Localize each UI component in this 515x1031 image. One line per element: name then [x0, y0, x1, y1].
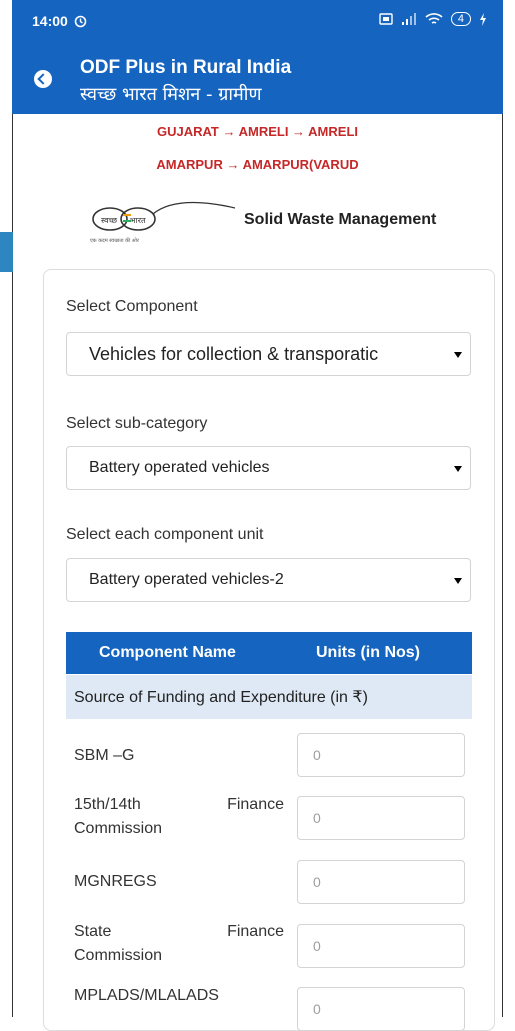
component-select-value: Vehicles for collection & transporatic — [89, 343, 379, 364]
funding-subheader-text: Source of Funding and Expenditure (in ₹) — [74, 689, 368, 706]
row-label-part: Finance — [227, 796, 284, 813]
row-label-sbm-g: SBM –G — [74, 747, 135, 764]
status-time: 14:00 — [32, 13, 68, 29]
row-label-part: Finance — [227, 923, 284, 940]
breadcrumb-line-2: AMARPUR → AMARPUR(VARUD — [156, 157, 359, 172]
section-title: Solid Waste Management — [244, 211, 437, 228]
row-label-part: State — [74, 923, 112, 940]
logo-text-left: स्वच्छ — [101, 216, 118, 225]
state-finance-commission-input[interactable]: 0 — [297, 924, 465, 968]
subcategory-label: Select sub-category — [66, 415, 208, 432]
row-label-finance-commission: 15th/14th Finance Commission — [74, 793, 284, 841]
subcategory-select-value: Battery operated vehicles — [89, 459, 270, 476]
row-label-mgnregs: MGNREGS — [74, 873, 157, 890]
logo-tagline: एक कदम स्वच्छता की ओर — [90, 237, 140, 244]
component-label: Select Component — [66, 298, 198, 315]
row-label-mplads: MPLADS/MLALADS — [74, 987, 219, 1004]
component-select[interactable]: Vehicles for collection & transporatic — [66, 332, 471, 376]
swachh-bharat-logo: स्वच्छ भारत एक कदम स्वच्छता की ओर — [90, 196, 236, 256]
status-bar-left: 14:00 — [32, 13, 87, 29]
dropdown-arrow-icon — [454, 578, 462, 584]
app-title: ODF Plus in Rural India — [80, 57, 292, 78]
back-arrow-icon[interactable] — [34, 70, 52, 88]
subcategory-select[interactable]: Battery operated vehicles — [66, 446, 471, 490]
status-bar-right: 4 — [379, 12, 487, 26]
mplads-input[interactable]: 0 — [297, 987, 465, 1031]
unit-select[interactable]: Battery operated vehicles-2 — [66, 558, 471, 602]
row-label-part: Commission — [74, 947, 163, 964]
row-label-part: 15th/14th — [74, 796, 141, 813]
row-label-part: Commission — [74, 820, 163, 837]
table-subheader: Source of Funding and Expenditure (in ₹) — [66, 675, 472, 719]
battery-icon: 4 — [450, 12, 471, 26]
app-bar: 14:00 4 ODF Plus in Rural India स्वच्छ भ… — [12, 0, 503, 114]
app-subtitle: स्वच्छ भारत मिशन - ग्रामीण — [80, 84, 262, 105]
wifi-icon — [425, 12, 443, 24]
unit-select-value: Battery operated vehicles-2 — [89, 571, 284, 588]
charging-icon — [480, 12, 486, 26]
mgnregs-input[interactable]: 0 — [297, 860, 465, 904]
row-label-state-finance-commission: State Finance Commission — [74, 920, 284, 968]
unit-label: Select each component unit — [66, 526, 264, 543]
dropdown-arrow-icon — [454, 352, 462, 358]
table-header: Component Name Units (in Nos) — [66, 632, 472, 674]
sbm-g-input[interactable]: 0 — [297, 733, 465, 777]
frame-right-border — [502, 114, 503, 1017]
finance-commission-input[interactable]: 0 — [297, 796, 465, 840]
alarm-icon — [74, 15, 87, 27]
signal-icon — [401, 13, 416, 25]
column-header-units: Units (in Nos) — [316, 644, 420, 661]
dropdown-arrow-icon — [454, 466, 462, 472]
logo-text-right: भारत — [130, 216, 146, 225]
column-header-component-name: Component Name — [99, 644, 236, 661]
sim-icon — [379, 13, 393, 25]
breadcrumb-line-1: GUJARAT → AMRELI → AMRELI — [156, 124, 358, 139]
side-tab — [0, 232, 13, 272]
